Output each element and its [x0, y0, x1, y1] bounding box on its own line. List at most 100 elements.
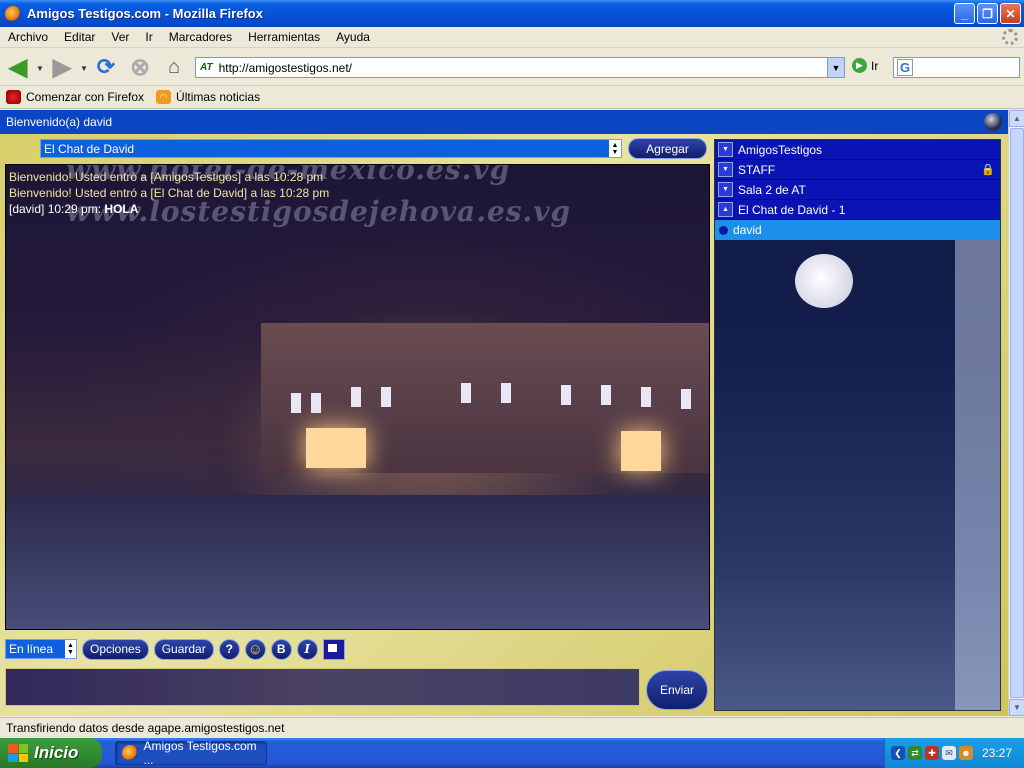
- forward-arrow-icon[interactable]: ▶: [48, 53, 76, 81]
- bookmark-label: Últimas noticias: [176, 90, 261, 104]
- send-button[interactable]: Enviar: [646, 670, 708, 710]
- status-text: Transfiriendo datos desde agape.amigoste…: [6, 721, 285, 735]
- photo-border: [955, 240, 1000, 710]
- search-input[interactable]: G: [893, 57, 1020, 78]
- system-tray: ❮ ⇄ ✚ ✉ ☻ 23:27: [884, 738, 1024, 768]
- help-button[interactable]: ?: [218, 638, 240, 660]
- status-bar: Transfiriendo datos desde agape.amigoste…: [0, 717, 1024, 738]
- menu-bar: Archivo Editar Ver Ir Marcadores Herrami…: [0, 27, 1024, 48]
- room-item-sala-2[interactable]: ▼ Sala 2 de AT: [715, 180, 1000, 200]
- back-arrow-icon[interactable]: ◀: [4, 53, 32, 81]
- status-select[interactable]: En línea ▲ ▼: [5, 639, 77, 659]
- rooms-panel: ▼ AmigosTestigos ▼ STAFF 🔒 ▼ Sala 2 de A…: [714, 139, 1001, 711]
- users-icon[interactable]: ☻: [959, 746, 973, 760]
- user-item-david[interactable]: david: [715, 220, 1000, 240]
- expand-icon[interactable]: ▼: [718, 162, 733, 177]
- clock: 23:27: [981, 746, 1012, 760]
- taskbar: Inicio Amigos Testigos.com ... ❮ ⇄ ✚ ✉ ☻…: [0, 738, 1024, 768]
- site-favicon: AT: [200, 62, 213, 73]
- user-message: [david] 10:29 pm: HOLA: [9, 201, 329, 217]
- message-input[interactable]: [5, 668, 640, 706]
- room-item-staff[interactable]: ▼ STAFF 🔒: [715, 160, 1000, 180]
- user-label: david: [733, 223, 762, 237]
- welcome-text: Bienvenido(a) david: [6, 115, 113, 129]
- google-search-icon[interactable]: G: [897, 59, 914, 76]
- tray-arrow-icon[interactable]: ❮: [891, 746, 905, 760]
- scroll-down-icon[interactable]: ▼: [1009, 699, 1024, 716]
- add-button[interactable]: Agregar: [628, 138, 707, 159]
- bookmarks-toolbar: Comenzar con Firefox ◠ Últimas noticias: [0, 86, 1024, 109]
- task-label: Amigos Testigos.com ...: [143, 739, 257, 767]
- menu-archivo[interactable]: Archivo: [0, 30, 56, 44]
- bookmark-label: Comenzar con Firefox: [26, 90, 145, 104]
- room-label: AmigosTestigos: [738, 142, 823, 157]
- address-bar[interactable]: AT http://amigostestigos.net/ ▼: [195, 57, 845, 78]
- expand-icon[interactable]: ▼: [718, 142, 733, 157]
- rss-icon: ◠: [156, 90, 172, 104]
- throbber-icon: [1002, 29, 1018, 45]
- minimize-button[interactable]: _: [954, 3, 975, 24]
- expand-icon[interactable]: ▼: [718, 182, 733, 197]
- address-dropdown-icon[interactable]: ▼: [827, 58, 844, 77]
- window-title-bar[interactable]: Amigos Testigos.com - Mozilla Firefox _ …: [0, 0, 1024, 27]
- smiley-icon[interactable]: ☺: [244, 638, 266, 660]
- restore-button[interactable]: ❐: [977, 3, 998, 24]
- orb-icon[interactable]: [984, 113, 1002, 131]
- close-button[interactable]: ✕: [1000, 3, 1021, 24]
- room-label: El Chat de David - 1: [738, 202, 846, 217]
- bookmark-comenzar-firefox[interactable]: Comenzar con Firefox: [6, 90, 144, 104]
- ground-photo: [6, 495, 709, 629]
- address-url[interactable]: http://amigostestigos.net/: [219, 61, 352, 75]
- system-message: Bienvenido! Usted entró a [El Chat de Da…: [9, 186, 330, 200]
- back-dropdown-icon[interactable]: ▼: [36, 64, 44, 73]
- stop-icon[interactable]: ⊗: [126, 53, 154, 81]
- room-label: Sala 2 de AT: [738, 182, 806, 197]
- page-content: Bienvenido(a) david El Chat de David ▲ ▼ …: [0, 110, 1008, 716]
- bookmark-ultimas-noticias[interactable]: ◠ Últimas noticias: [156, 90, 260, 104]
- home-icon[interactable]: ⌂: [160, 53, 188, 81]
- moon-photo: [795, 254, 853, 308]
- room-item-amigostestigos[interactable]: ▼ AmigosTestigos: [715, 140, 1000, 160]
- taskbar-item-firefox[interactable]: Amigos Testigos.com ...: [115, 739, 267, 767]
- firefox-icon: [5, 5, 21, 22]
- room-select-value: El Chat de David: [44, 141, 135, 156]
- scroll-up-icon[interactable]: ▲: [1009, 110, 1024, 127]
- menu-ver[interactable]: Ver: [103, 30, 137, 44]
- options-button[interactable]: Opciones: [82, 638, 149, 660]
- collapse-icon[interactable]: ▲: [718, 202, 733, 217]
- go-label: Ir: [871, 58, 879, 73]
- scroll-thumb[interactable]: [1010, 128, 1024, 698]
- bold-button[interactable]: B: [270, 638, 292, 660]
- menu-ayuda[interactable]: Ayuda: [328, 30, 378, 44]
- save-button[interactable]: Guardar: [153, 638, 214, 660]
- page-scrollbar[interactable]: ▲ ▼: [1008, 110, 1024, 716]
- message-list: Bienvenido! Usted entró a [AmigosTestigo…: [9, 169, 329, 217]
- spinner-icon[interactable]: ▲ ▼: [609, 140, 621, 157]
- window-title: Amigos Testigos.com - Mozilla Firefox: [27, 6, 263, 21]
- italic-button[interactable]: I: [296, 638, 318, 660]
- spinner-icon[interactable]: ▲ ▼: [65, 640, 76, 658]
- room-item-el-chat-de-david[interactable]: ▲ El Chat de David - 1: [715, 200, 1000, 220]
- reload-icon[interactable]: ⟳: [92, 53, 120, 81]
- network-icon[interactable]: ⇄: [908, 746, 922, 760]
- firefox-bookmark-icon: [6, 90, 21, 104]
- menu-herramientas[interactable]: Herramientas: [240, 30, 328, 44]
- status-value: En línea: [9, 642, 54, 656]
- menu-marcadores[interactable]: Marcadores: [161, 30, 240, 44]
- navigation-toolbar: ◀ ▼ ▶ ▼ ⟳ ⊗ ⌂ AT http://amigostestigos.n…: [0, 48, 1024, 86]
- forward-dropdown-icon[interactable]: ▼: [80, 64, 88, 73]
- color-picker-icon[interactable]: [322, 638, 345, 660]
- go-arrow-icon: ▶: [852, 58, 867, 73]
- go-button[interactable]: ▶ Ir: [852, 58, 878, 73]
- room-select[interactable]: El Chat de David ▲ ▼: [40, 139, 622, 158]
- windows-flag-icon: [8, 744, 28, 762]
- user-status-icon: [719, 226, 728, 235]
- security-shield-icon[interactable]: ✚: [925, 746, 939, 760]
- start-button[interactable]: Inicio: [0, 738, 102, 768]
- messenger-icon[interactable]: ✉: [942, 746, 956, 760]
- message-text: HOLA: [104, 202, 139, 216]
- menu-editar[interactable]: Editar: [56, 30, 103, 44]
- chat-toolbar: En línea ▲ ▼ Opciones Guardar ? ☺ B I: [5, 638, 345, 660]
- menu-ir[interactable]: Ir: [137, 30, 160, 44]
- welcome-bar: Bienvenido(a) david: [0, 110, 1008, 134]
